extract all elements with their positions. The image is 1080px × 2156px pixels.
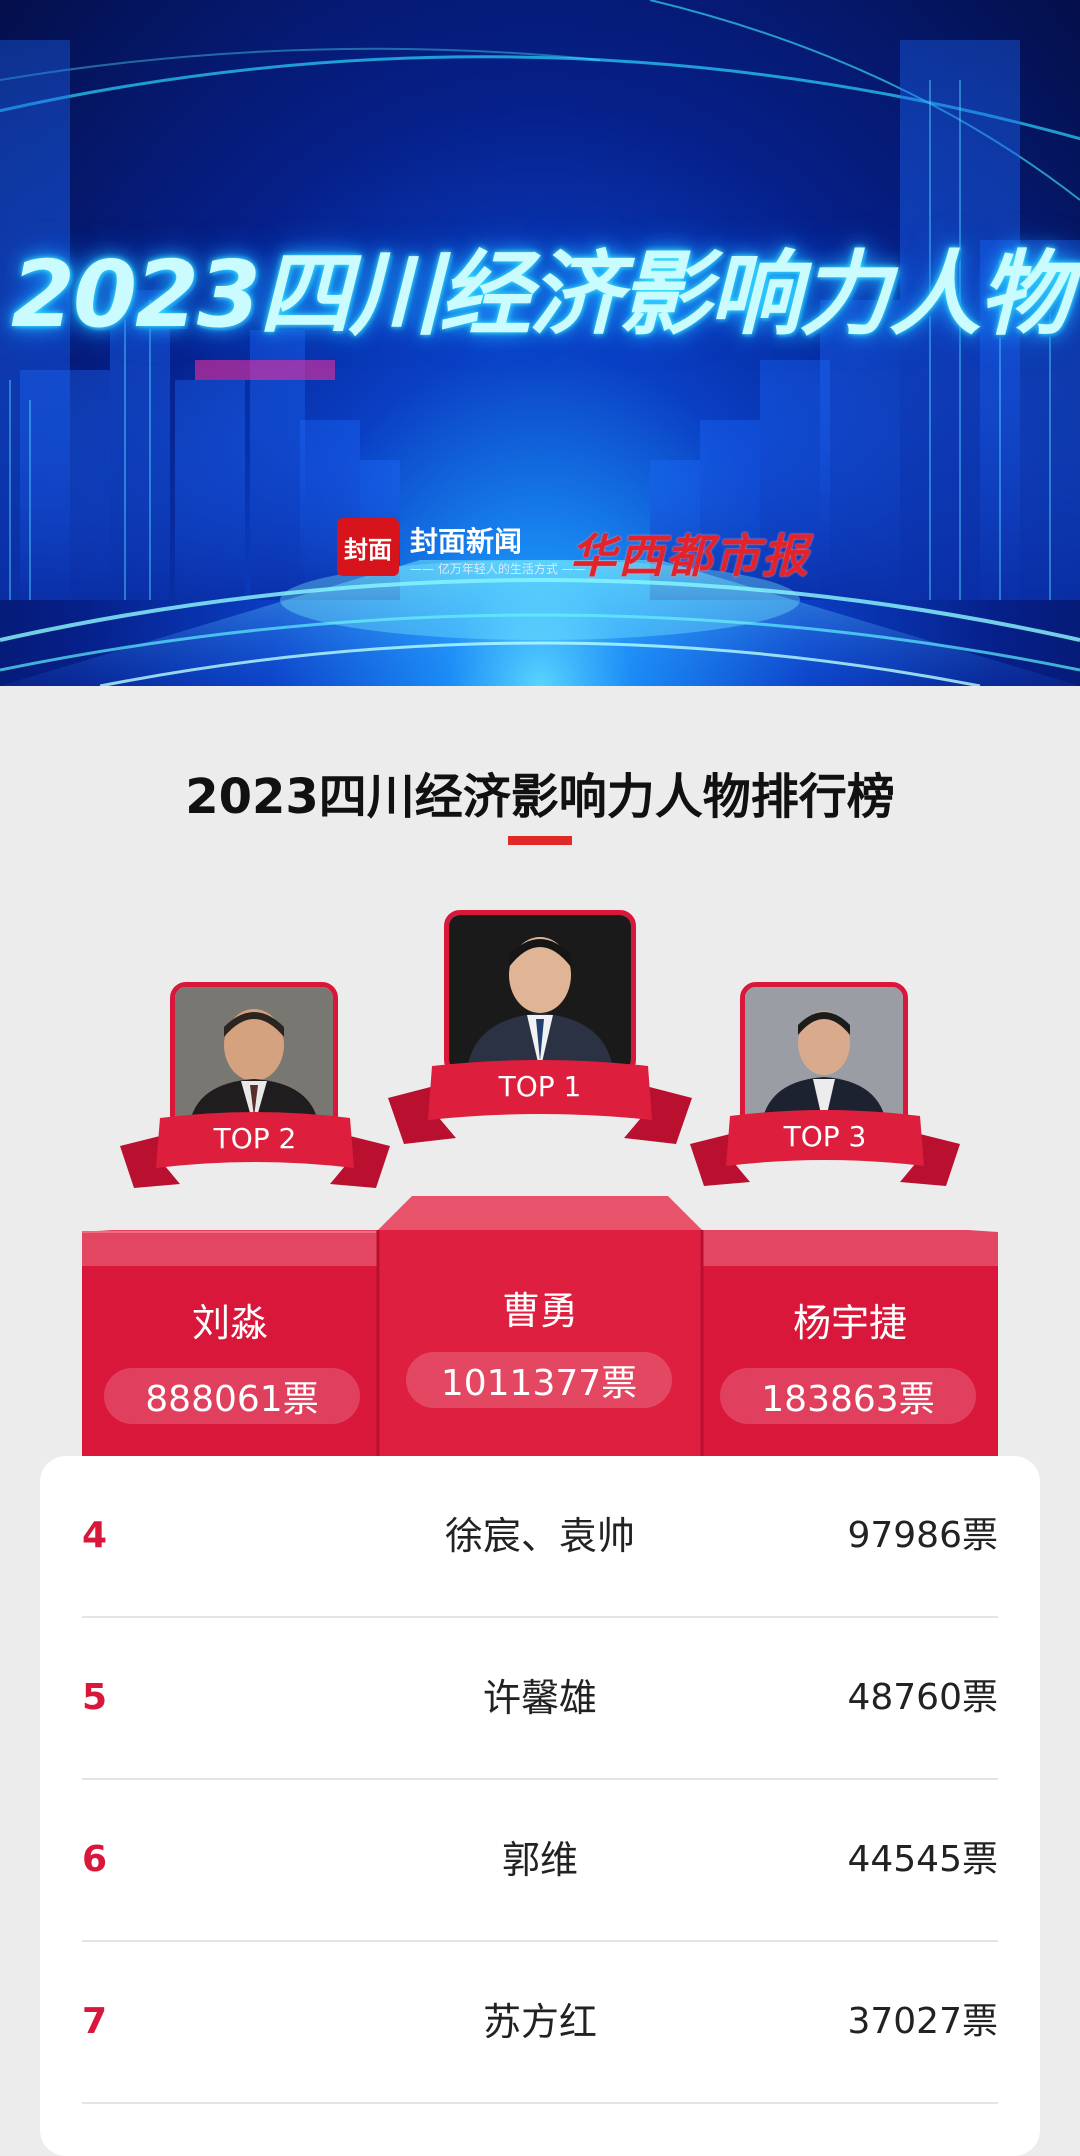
list-item[interactable]: 5 许馨雄 48760票 <box>82 1618 998 1780</box>
top2-votes: 888061票 <box>104 1368 360 1424</box>
cover-news-slogan: —— 亿万年轻人的生活方式 —— <box>410 562 586 576</box>
top2-name: 刘淼 <box>191 1301 268 1345</box>
ranking-list: 4 徐宸、袁帅 97986票 5 许馨雄 48760票 6 郭维 44545票 … <box>40 1456 1040 2156</box>
top1-podium[interactable]: 曹勇 1011377票 <box>378 1230 702 1456</box>
vote-count: 44545票 <box>847 1839 998 1880</box>
banner: 2023四川经济影响力人物 封面 封面新闻 —— 亿万年轻人的生活方式 —— 华… <box>0 0 1080 686</box>
title-underline <box>508 836 572 845</box>
top1-rank-label: TOP 1 <box>498 1070 582 1103</box>
top2-podium[interactable]: 刘淼 888061票 <box>82 1266 378 1456</box>
banner-title: 2023四川经济影响力人物 <box>10 241 1071 348</box>
top1-avatar[interactable] <box>444 910 636 1076</box>
top1-name: 曹勇 <box>501 1289 578 1333</box>
partner-logos: 封面 封面新闻 —— 亿万年轻人的生活方式 —— 华西都市报 <box>0 512 1080 583</box>
ranking-title: 2023四川经济影响力人物排行榜 <box>185 769 895 825</box>
vote-count: 37027票 <box>847 2001 998 2042</box>
top3-name: 杨宇捷 <box>792 1301 907 1345</box>
top2-rank-label: TOP 2 <box>213 1122 297 1155</box>
top3-podium[interactable]: 杨宇捷 183863票 <box>702 1266 998 1456</box>
cover-news-logo-name: 封面新闻 <box>410 525 523 558</box>
list-item[interactable]: 6 郭维 44545票 <box>82 1780 998 1942</box>
list-item[interactable]: 7 苏方红 37027票 <box>82 1942 998 2104</box>
cover-news-logo-mark: 封面 <box>337 518 399 576</box>
vote-count: 97986票 <box>847 1515 998 1556</box>
top3-votes: 183863票 <box>720 1368 976 1424</box>
west-china-metropolis-daily-logo: 华西都市报 <box>570 529 810 583</box>
top1-votes: 1011377票 <box>406 1352 672 1408</box>
list-item[interactable]: 4 徐宸、袁帅 97986票 <box>82 1456 998 1618</box>
vote-count: 48760票 <box>847 1677 998 1718</box>
top3-rank-label: TOP 3 <box>783 1120 867 1153</box>
